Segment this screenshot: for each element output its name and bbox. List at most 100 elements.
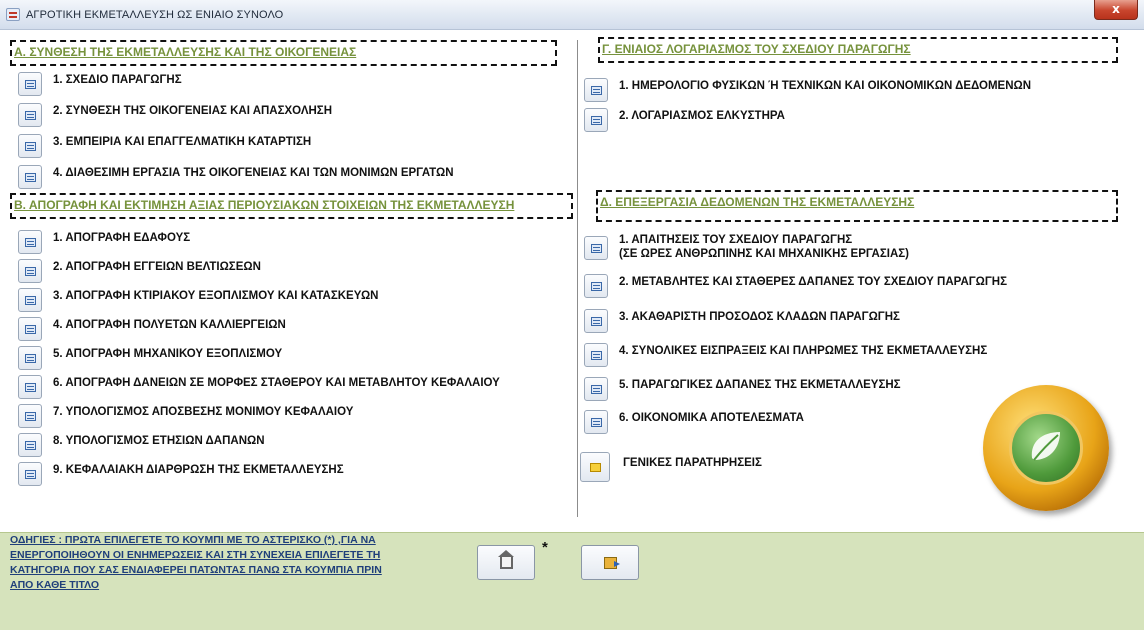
general-notes-item[interactable]: ΓΕΝΙΚΕΣ ΠΑΡΑΤΗΡΗΣΕΙΣ (580, 452, 940, 482)
section-b-item-1[interactable]: 1. ΑΠΟΓΡΑΦΗ ΕΔΑΦΟΥΣ (18, 230, 568, 254)
menu-item-label: 2. ΣΥΝΘΕΣΗ ΤΗΣ ΟΙΚΟΓΕΝΕΙΑΣ ΚΑΙ ΑΠΑΣΧΟΛΗΣ… (53, 105, 332, 117)
form-icon (25, 173, 36, 182)
menu-item-label: 5. ΠΑΡΑΓΩΓΙΚΕΣ ΔΑΠΑΝΕΣ ΤΗΣ ΕΚΜΕΤΑΛΛΕΥΣΗΣ (619, 379, 901, 391)
section-d-header: Δ. ΕΠΕΞΕΡΓΑΣΙΑ ΔΕΔΟΜΕΝΩΝ ΤΗΣ ΕΚΜΕΤΑΛΛΕΥΣ… (596, 190, 1118, 222)
open-form-button[interactable] (584, 108, 608, 132)
menu-item-label: 2. ΛΟΓΑΡΙΑΣΜΟΣ ΕΛΚΥΣΤΗΡΑ (619, 110, 785, 122)
title-bar: ΑΓΡΟΤΙΚΗ ΕΚΜΕΤΑΛΛΕΥΣΗ ΩΣ ΕΝΙΑΙΟ ΣΥΝΟΛΟ x (0, 0, 1144, 30)
form-icon (591, 116, 602, 125)
section-b-header: Β. ΑΠΟΓΡΑΦΗ ΚΑΙ ΕΚΤΙΜΗΣΗ ΑΞΙΑΣ ΠΕΡΙΟΥΣΙΑ… (10, 193, 573, 219)
home-icon (498, 550, 514, 569)
section-a-item-3[interactable]: 3. ΕΜΠΕΙΡΙΑ ΚΑΙ ΕΠΑΓΓΕΛΜΑΤΙΚΗ ΚΑΤΑΡΤΙΣΗ (18, 134, 558, 158)
open-form-button[interactable] (584, 274, 608, 298)
menu-item-label: 4. ΑΠΟΓΡΑΦΗ ΠΟΛΥΕΤΩΝ ΚΑΛΛΙΕΡΓΕΙΩΝ (53, 319, 286, 331)
form-icon (25, 412, 36, 421)
form-icon (591, 244, 602, 253)
section-d-item-1[interactable]: 1. ΑΠΑΙΤΗΣΕΙΣ ΤΟΥ ΣΧΕΔΙΟΥ ΠΑΡΑΓΩΓΗΣ (ΣΕ … (584, 232, 1124, 264)
open-form-button[interactable] (18, 134, 42, 158)
open-form-button[interactable] (18, 165, 42, 189)
section-b-item-7[interactable]: 7. ΥΠΟΛΟΓΙΣΜΟΣ ΑΠΟΣΒΕΣΗΣ ΜΟΝΙΜΟΥ ΚΕΦΑΛΑΙ… (18, 404, 568, 428)
open-form-button[interactable] (584, 78, 608, 102)
open-form-button[interactable] (18, 346, 42, 370)
section-b-item-8[interactable]: 8. ΥΠΟΛΟΓΙΣΜΟΣ ΕΤΗΣΙΩΝ ΔΑΠΑΝΩΝ (18, 433, 568, 457)
form-icon (25, 80, 36, 89)
menu-item-label: 2. ΑΠΟΓΡΑΦΗ ΕΓΓΕΙΩΝ ΒΕΛΤΙΩΣΕΩΝ (53, 261, 261, 273)
menu-item-label: 3. ΕΜΠΕΙΡΙΑ ΚΑΙ ΕΠΑΓΓΕΛΜΑΤΙΚΗ ΚΑΤΑΡΤΙΣΗ (53, 136, 312, 148)
open-form-button[interactable] (18, 404, 42, 428)
open-form-button[interactable] (18, 317, 42, 341)
open-form-button[interactable] (18, 375, 42, 399)
section-b-item-2[interactable]: 2. ΑΠΟΓΡΑΦΗ ΕΓΓΕΙΩΝ ΒΕΛΤΙΩΣΕΩΝ (18, 259, 568, 283)
open-form-button[interactable] (18, 72, 42, 96)
form-icon (591, 385, 602, 394)
open-form-button[interactable] (584, 410, 608, 434)
form-icon (25, 325, 36, 334)
coin-logo-icon (983, 385, 1109, 511)
menu-item-label: 7. ΥΠΟΛΟΓΙΣΜΟΣ ΑΠΟΣΒΕΣΗΣ ΜΟΝΙΜΟΥ ΚΕΦΑΛΑΙ… (53, 406, 354, 418)
form-icon (591, 282, 602, 291)
menu-item-label: 4. ΔΙΑΘΕΣΙΜΗ ΕΡΓΑΣΙΑ ΤΗΣ ΟΙΚΟΓΕΝΕΙΑΣ ΚΑΙ… (53, 167, 454, 179)
window-title: ΑΓΡΟΤΙΚΗ ΕΚΜΕΤΑΛΛΕΥΣΗ ΩΣ ΕΝΙΑΙΟ ΣΥΝΟΛΟ (26, 9, 284, 21)
section-d-item-4[interactable]: 4. ΣΥΝΟΛΙΚΕΣ ΕΙΣΠΡΑΞΕΙΣ ΚΑΙ ΠΛΗΡΩΜΕΣ ΤΗΣ… (584, 343, 1124, 367)
menu-item-label: 4. ΣΥΝΟΛΙΚΕΣ ΕΙΣΠΡΑΞΕΙΣ ΚΑΙ ΠΛΗΡΩΜΕΣ ΤΗΣ… (619, 345, 988, 357)
general-notes-button[interactable] (580, 452, 610, 482)
form-icon (25, 354, 36, 363)
menu-item-label: 6. ΑΠΟΓΡΑΦΗ ΔΑΝΕΙΩΝ ΣΕ ΜΟΡΦΕΣ ΣΤΑΘΕΡΟΥ Κ… (53, 377, 500, 389)
section-b-item-6[interactable]: 6. ΑΠΟΓΡΑΦΗ ΔΑΝΕΙΩΝ ΣΕ ΜΟΡΦΕΣ ΣΤΑΘΕΡΟΥ Κ… (18, 375, 568, 399)
open-form-button[interactable] (18, 462, 42, 486)
form-icon (591, 351, 602, 360)
section-d-item-6[interactable]: 6. ΟΙΚΟΝΟΜΙΚΑ ΑΠΟΤΕΛΕΣΜΑΤΑ (584, 410, 984, 434)
menu-item-label: 9. ΚΕΦΑΛΑΙΑΚΗ ΔΙΑΡΘΡΩΣΗ ΤΗΣ ΕΚΜΕΤΑΛΛΕΥΣΗ… (53, 464, 344, 476)
open-form-button[interactable] (18, 433, 42, 457)
form-icon (25, 470, 36, 479)
menu-item-label: 1. ΑΠΑΙΤΗΣΕΙΣ ΤΟΥ ΣΧΕΔΙΟΥ ΠΑΡΑΓΩΓΗΣ (ΣΕ … (619, 233, 909, 261)
menu-item-label: 3. ΑΠΟΓΡΑΦΗ ΚΤΙΡΙΑΚΟΥ ΕΞΟΠΛΙΣΜΟΥ ΚΑΙ ΚΑΤ… (53, 290, 379, 302)
leaf-emblem-icon (1009, 411, 1083, 485)
section-c-item-1[interactable]: 1. ΗΜΕΡΟΛΟΓΙΟ ΦΥΣΙΚΩΝ Ή ΤΕΧΝΙΚΩΝ ΚΑΙ ΟΙΚ… (584, 78, 1124, 102)
form-icon (25, 296, 36, 305)
home-button[interactable] (477, 545, 535, 580)
form-icon (591, 418, 602, 427)
close-button[interactable]: x (1094, 0, 1138, 20)
form-icon (25, 142, 36, 151)
section-b-item-4[interactable]: 4. ΑΠΟΓΡΑΦΗ ΠΟΛΥΕΤΩΝ ΚΑΛΛΙΕΡΓΕΙΩΝ (18, 317, 568, 341)
section-a-item-2[interactable]: 2. ΣΥΝΘΕΣΗ ΤΗΣ ΟΙΚΟΓΕΝΕΙΑΣ ΚΑΙ ΑΠΑΣΧΟΛΗΣ… (18, 103, 558, 127)
form-icon (591, 86, 602, 95)
menu-item-label: 1. ΑΠΟΓΡΑΦΗ ΕΔΑΦΟΥΣ (53, 232, 191, 244)
section-a-item-1[interactable]: 1. ΣΧΕΔΙΟ ΠΑΡΑΓΩΓΗΣ (18, 72, 558, 96)
form-icon (591, 317, 602, 326)
note-icon (590, 463, 601, 472)
open-form-button[interactable] (18, 288, 42, 312)
section-d-item-2[interactable]: 2. ΜΕΤΑΒΛΗΤΕΣ ΚΑΙ ΣΤΑΘΕΡΕΣ ΔΑΠΑΝΕΣ ΤΟΥ Σ… (584, 274, 1124, 298)
open-form-button[interactable] (18, 103, 42, 127)
open-form-button[interactable] (584, 309, 608, 333)
open-form-button[interactable] (18, 259, 42, 283)
section-d-item-3[interactable]: 3. ΑΚΑΘΑΡΙΣΤΗ ΠΡΟΣΟΔΟΣ ΚΛΑΔΩΝ ΠΑΡΑΓΩΓΗΣ (584, 309, 1124, 333)
section-b-item-3[interactable]: 3. ΑΠΟΓΡΑΦΗ ΚΤΙΡΙΑΚΟΥ ΕΞΟΠΛΙΣΜΟΥ ΚΑΙ ΚΑΤ… (18, 288, 568, 312)
section-a-header: Α. ΣΥΝΘΕΣΗ ΤΗΣ ΕΚΜΕΤΑΛΛΕΥΣΗΣ ΚΑΙ ΤΗΣ ΟΙΚ… (10, 40, 557, 66)
open-form-button[interactable] (584, 236, 608, 260)
asterisk-marker: * (542, 539, 548, 556)
section-c-item-2[interactable]: 2. ΛΟΓΑΡΙΑΣΜΟΣ ΕΛΚΥΣΤΗΡΑ (584, 108, 1124, 132)
section-b-item-9[interactable]: 9. ΚΕΦΑΛΑΙΑΚΗ ΔΙΑΡΘΡΩΣΗ ΤΗΣ ΕΚΜΕΤΑΛΛΕΥΣΗ… (18, 462, 568, 486)
form-icon (25, 383, 36, 392)
form-icon (25, 111, 36, 120)
menu-item-label: 8. ΥΠΟΛΟΓΙΣΜΟΣ ΕΤΗΣΙΩΝ ΔΑΠΑΝΩΝ (53, 435, 265, 447)
section-b-item-5[interactable]: 5. ΑΠΟΓΡΑΦΗ ΜΗΧΑΝΙΚΟΥ ΕΞΟΠΛΙΣΜΟΥ (18, 346, 568, 370)
instructions-line-1: ΟΔΗΓΙΕΣ : ΠΡΩΤΑ ΕΠΙΛΕΓΕΤΕ ΤΟ ΚΟΥΜΠΙ ΜΕ Τ… (10, 534, 376, 546)
column-divider (577, 40, 578, 517)
menu-item-label: 5. ΑΠΟΓΡΑΦΗ ΜΗΧΑΝΙΚΟΥ ΕΞΟΠΛΙΣΜΟΥ (53, 348, 283, 360)
instructions-text: ΟΔΗΓΙΕΣ : ΠΡΩΤΑ ΕΠΙΛΕΓΕΤΕ ΤΟ ΚΟΥΜΠΙ ΜΕ Τ… (10, 533, 435, 593)
instructions-line-4: ΑΠΟ ΚΑΘΕ ΤΙΤΛΟ (10, 579, 100, 591)
open-form-button[interactable] (18, 230, 42, 254)
section-a-item-4[interactable]: 4. ΔΙΑΘΕΣΙΜΗ ΕΡΓΑΣΙΑ ΤΗΣ ΟΙΚΟΓΕΝΕΙΑΣ ΚΑΙ… (18, 165, 558, 189)
open-form-button[interactable] (584, 377, 608, 401)
exit-button[interactable] (581, 545, 639, 580)
footer-panel: ΟΔΗΓΙΕΣ : ΠΡΩΤΑ ΕΠΙΛΕΓΕΤΕ ΤΟ ΚΟΥΜΠΙ ΜΕ Τ… (0, 532, 1144, 630)
form-icon (25, 441, 36, 450)
exit-icon (604, 557, 620, 569)
open-form-button[interactable] (584, 343, 608, 367)
menu-item-label: 1. ΣΧΕΔΙΟ ΠΑΡΑΓΩΓΗΣ (53, 74, 182, 86)
menu-item-label: 6. ΟΙΚΟΝΟΜΙΚΑ ΑΠΟΤΕΛΕΣΜΑΤΑ (619, 412, 804, 424)
instructions-line-2: ΕΝΕΡΓΟΠΟΙΗΘΟΥΝ ΟΙ ΕΝΗΜΕΡΩΣΕΙΣ ΚΑΙ ΣΤΗ ΣΥ… (10, 549, 381, 561)
